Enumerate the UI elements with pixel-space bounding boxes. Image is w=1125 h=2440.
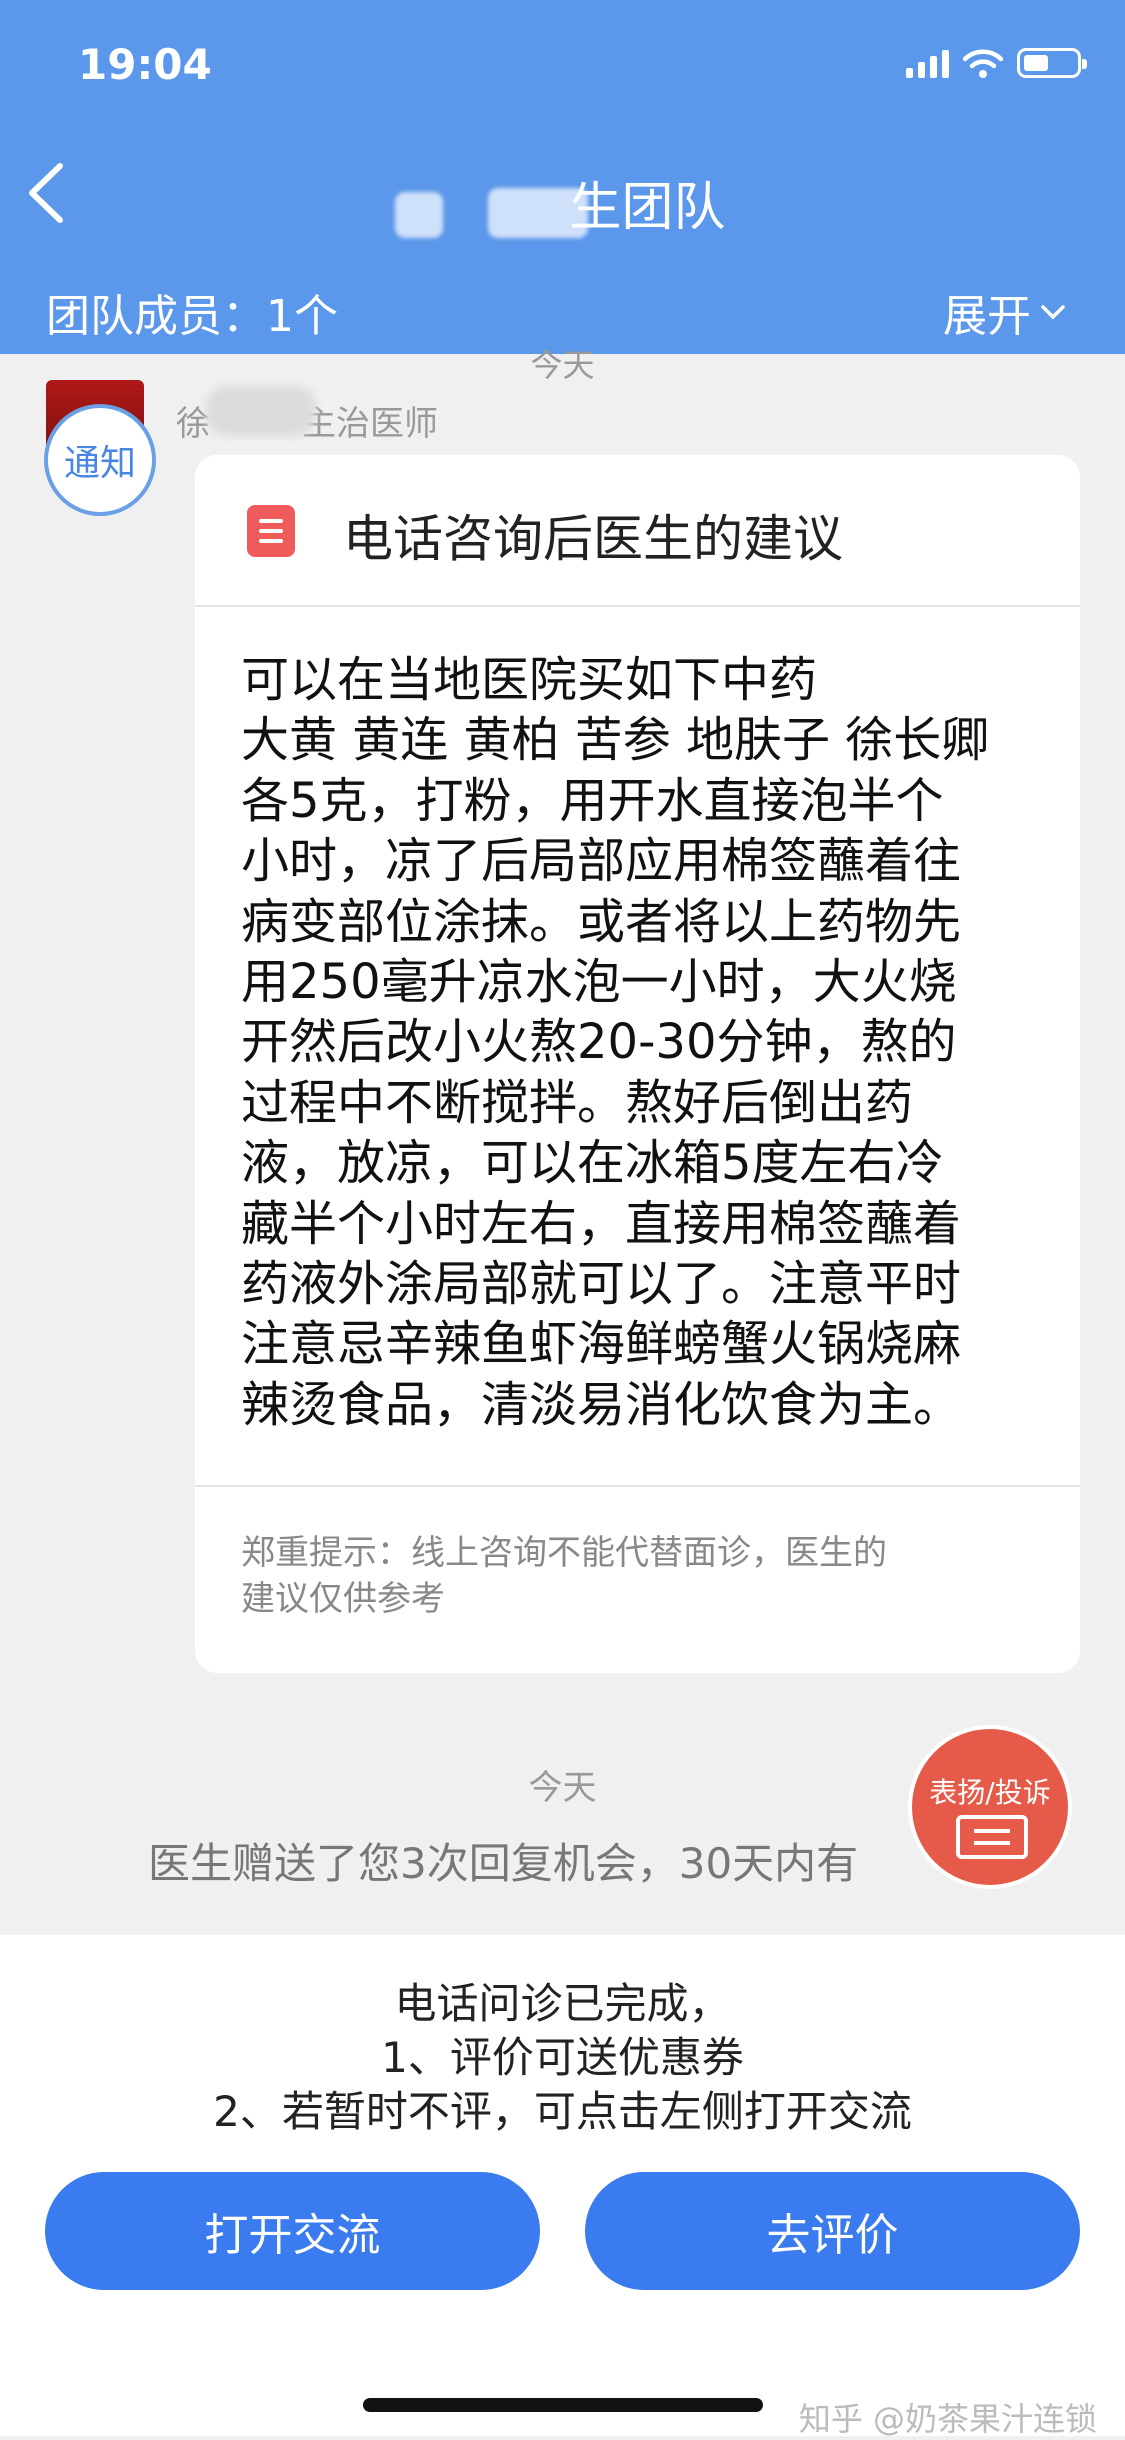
- rate-button[interactable]: 去评价: [585, 2172, 1080, 2290]
- notice-badge: 通知: [44, 404, 156, 516]
- card-divider: [195, 1485, 1080, 1487]
- redacted-name: [206, 386, 316, 436]
- card-title: 电话咨询后医生的建议: [343, 510, 843, 568]
- bottom-panel: 电话问诊已完成， 1、评价可送优惠券 2、若暂时不评，可点击左侧打开交流 打开交…: [0, 1935, 1125, 2436]
- status-time: 19:04: [78, 40, 212, 89]
- document-icon: [247, 505, 295, 557]
- praise-icon: [956, 1815, 1028, 1859]
- completion-line: 电话问诊已完成，: [394, 1979, 731, 2028]
- advice-card[interactable]: 电话咨询后医生的建议 可以在当地医院买如下中药 大黄 黄连 黄柏 苦参 地肤子 …: [195, 455, 1080, 1673]
- praise-label: 表扬/投诉: [929, 1776, 1051, 1809]
- completion-message: 电话问诊已完成， 1、评价可送优惠券 2、若暂时不评，可点击左侧打开交流: [0, 1977, 1125, 2139]
- card-body: 可以在当地医院买如下中药 大黄 黄连 黄柏 苦参 地肤子 徐长卿 各5克，打粉，…: [241, 652, 990, 1433]
- card-disclaimer: 郑重提示：线上咨询不能代替面诊，医生的 建议仅供参考: [241, 1533, 887, 1619]
- card-header: 电话咨询后医生的建议: [195, 455, 1080, 607]
- completion-line: 2、若暂时不评，可点击左侧打开交流: [213, 2087, 912, 2136]
- page-title: 生团队: [569, 178, 726, 238]
- open-chat-button[interactable]: 打开交流: [45, 2172, 540, 2290]
- battery-icon: [1017, 48, 1087, 78]
- wifi-icon: [963, 49, 1003, 78]
- gift-message: 医生赠送了您3次回复机会，30天内有: [148, 1839, 859, 1888]
- signal-icon: [906, 48, 949, 78]
- expand-label: 展开: [943, 291, 1031, 342]
- status-icons: [906, 48, 1087, 78]
- praise-complaint-button[interactable]: 表扬/投诉: [908, 1725, 1072, 1889]
- completion-line: 1、评价可送优惠券: [381, 2033, 744, 2082]
- top-header: 19:04 生团队 团队成员：1个 展开: [0, 0, 1125, 354]
- expand-toggle[interactable]: 展开: [943, 280, 1067, 344]
- team-member-count: 团队成员：1个: [46, 291, 338, 342]
- chevron-down-icon: [1041, 305, 1065, 320]
- date-separator: 今天: [530, 346, 595, 384]
- home-indicator[interactable]: [363, 2398, 763, 2412]
- watermark: 知乎 @奶茶果汁连锁: [798, 2400, 1097, 2438]
